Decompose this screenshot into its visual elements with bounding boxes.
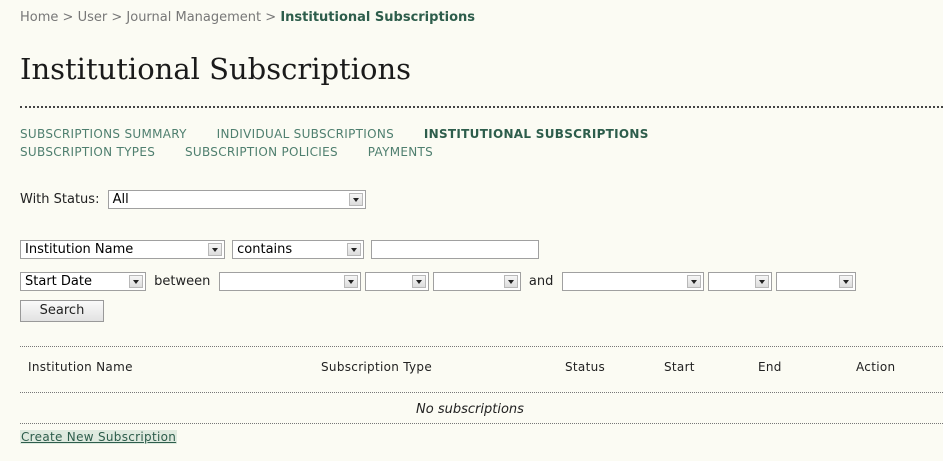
column-header-status: Status [565,360,606,374]
nav-payments[interactable]: Payments [368,145,433,159]
status-select[interactable]: All [107,190,366,209]
table-bottom-rule [20,423,943,424]
chevron-down-icon [411,275,426,288]
breadcrumb-current[interactable]: Institutional Subscriptions [280,10,475,25]
column-header-action: Action [856,360,896,374]
search-field-select[interactable]: Institution Name [20,240,225,259]
column-header-end: End [758,360,782,374]
nav-subscription-policies[interactable]: Subscription Policies [185,145,338,159]
column-header-subscription-type: Subscription Type [321,360,433,374]
subscription-nav: Subscriptions Summary Individual Subscri… [20,125,920,161]
from-year-select[interactable] [432,272,521,291]
nav-institutional-subscriptions[interactable]: Institutional Subscriptions [424,127,649,141]
empty-table-message: No subscriptions [416,402,524,417]
between-label: between [154,274,211,289]
status-filter-label: With Status: [20,192,100,207]
breadcrumb-user[interactable]: User [78,10,108,25]
from-month-select[interactable] [218,272,361,291]
column-header-institution-name: Institution Name [28,360,133,374]
breadcrumb-separator: > [111,10,123,25]
date-field-select[interactable]: Start Date [20,272,146,291]
status-filter-row: With Status: All [20,190,366,209]
nav-subscriptions-summary[interactable]: Subscriptions Summary [20,127,187,141]
chevron-down-icon [503,275,518,288]
breadcrumb-home[interactable]: Home [20,10,58,25]
table-top-rule [20,346,943,347]
breadcrumb-separator: > [265,10,277,25]
chevron-down-icon [754,275,769,288]
create-new-subscription-link[interactable]: Create New Subscription [20,430,178,444]
search-field-value: Institution Name [25,242,134,257]
header-bottom-rule [20,392,943,393]
breadcrumb: Home > User > Journal Management > Insti… [20,10,475,25]
search-filter-row: Institution Name contains [20,240,540,259]
page-title: Institutional Subscriptions [20,52,412,86]
chevron-down-icon [838,275,853,288]
from-day-select[interactable] [364,272,429,291]
chevron-down-icon [343,275,358,288]
chevron-down-icon [686,275,701,288]
chevron-down-icon [347,243,362,256]
column-header-start: Start [664,360,695,374]
chevron-down-icon [348,193,363,206]
to-day-select[interactable] [707,272,772,291]
nav-individual-subscriptions[interactable]: Individual Subscriptions [217,127,394,141]
search-input[interactable] [371,240,540,259]
breadcrumb-separator: > [62,10,74,25]
to-year-select[interactable] [775,272,856,291]
title-divider [20,106,943,108]
and-label: and [528,274,554,289]
status-select-value: All [112,192,129,207]
chevron-down-icon [129,275,143,288]
search-match-select[interactable]: contains [232,240,365,259]
search-button[interactable]: Search [20,300,104,322]
chevron-down-icon [208,243,222,256]
date-field-value: Start Date [25,274,92,289]
date-filter-row: Start Date between and [20,272,856,291]
search-match-value: contains [237,242,293,257]
nav-subscription-types[interactable]: Subscription Types [20,145,155,159]
breadcrumb-journal-management[interactable]: Journal Management [126,10,261,25]
to-month-select[interactable] [561,272,704,291]
